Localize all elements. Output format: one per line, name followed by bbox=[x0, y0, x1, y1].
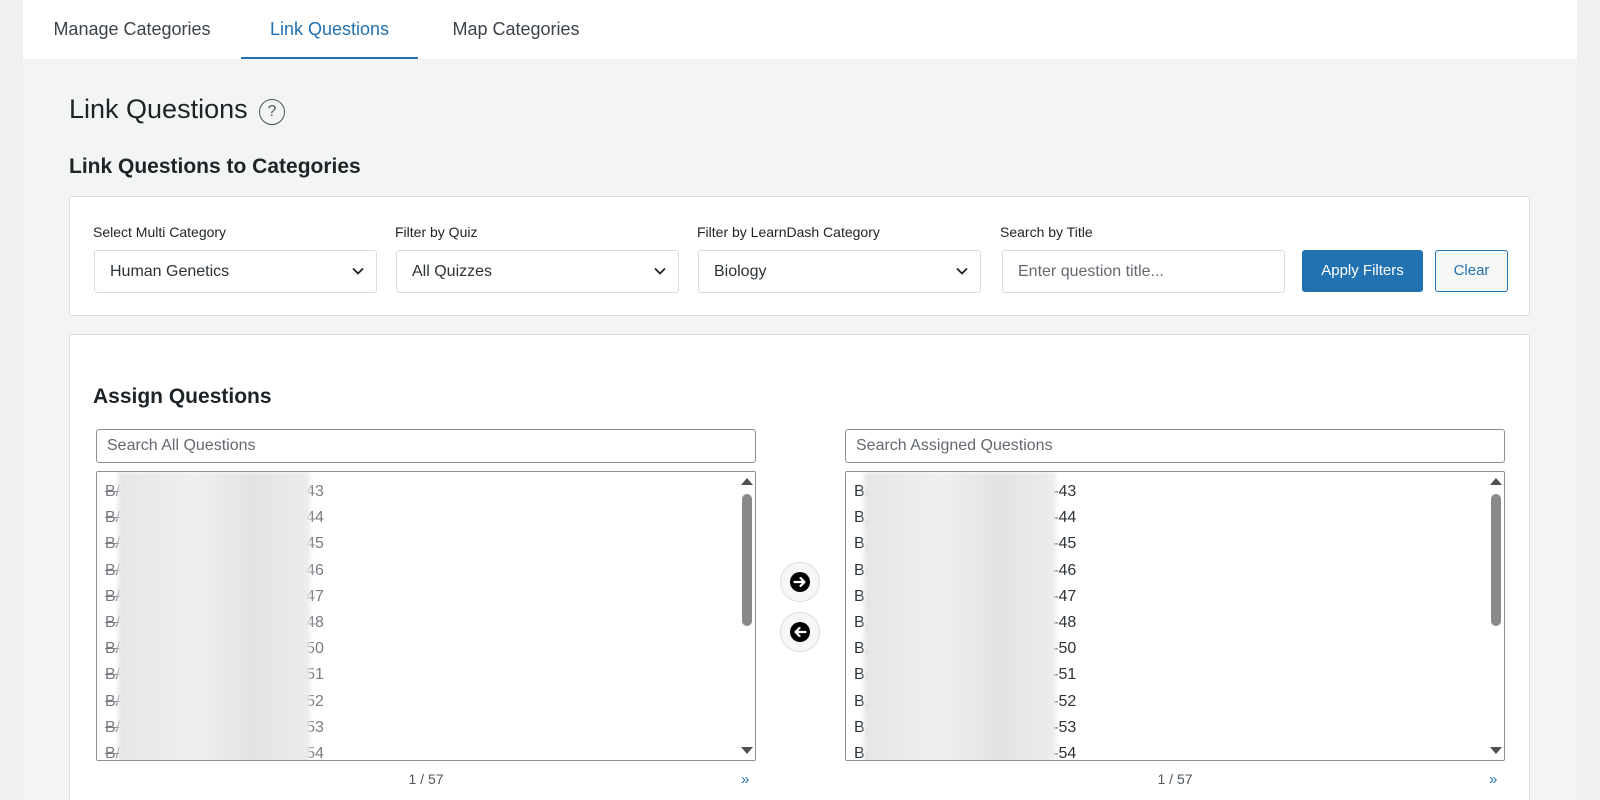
ld-category-label: Filter by LearnDash Category bbox=[697, 224, 880, 240]
multi-category-value: Human Genetics bbox=[110, 263, 230, 280]
list-item-suffix: -54 bbox=[1053, 744, 1077, 761]
list-item-suffix: -52 bbox=[1053, 692, 1077, 710]
multi-category-select[interactable]: Human Genetics bbox=[94, 250, 377, 293]
section-title: Link Questions to Categories bbox=[69, 155, 361, 178]
search-title-label: Search by Title bbox=[1000, 224, 1093, 240]
search-title-input[interactable] bbox=[1002, 250, 1285, 293]
assign-panel: Assign Questions B/43B/44B/45B/46B/47B/4… bbox=[69, 334, 1530, 800]
apply-filters-button[interactable]: Apply Filters bbox=[1302, 250, 1423, 292]
list-item-suffix: -50 bbox=[1053, 640, 1077, 658]
move-left-button[interactable] bbox=[780, 612, 820, 652]
multi-category-label: Select Multi Category bbox=[93, 224, 227, 240]
move-right-button[interactable] bbox=[780, 562, 820, 602]
tab-bar: Manage Categories Link Questions Map Cat… bbox=[23, 0, 1577, 59]
assigned-questions-next-link[interactable]: » bbox=[1489, 771, 1497, 788]
search-all-questions-input[interactable] bbox=[96, 429, 756, 463]
ld-category-value: Biology bbox=[714, 263, 767, 280]
quiz-filter-value: All Quizzes bbox=[412, 263, 493, 280]
tab-link-questions[interactable]: Link Questions bbox=[241, 0, 418, 59]
chevron-down-icon bbox=[654, 267, 666, 275]
filters-panel: Select Multi Category Human Genetics Fil… bbox=[69, 196, 1530, 316]
list-item-suffix: -48 bbox=[1053, 613, 1077, 631]
tab-manage-categories[interactable]: Manage Categories bbox=[23, 0, 241, 59]
arrow-right-circle-icon bbox=[790, 572, 810, 592]
assigned-questions-list[interactable]: B. -43 B. -44 B. -45 B. -46 B. -47 B. -48 B. -50 B. -51… bbox=[845, 471, 1505, 761]
all-questions-next-link[interactable]: » bbox=[741, 771, 749, 788]
scroll-thumb[interactable] bbox=[1491, 494, 1501, 626]
quiz-filter-label: Filter by Quiz bbox=[395, 224, 478, 240]
scrollbar[interactable] bbox=[738, 472, 755, 760]
redacted-area bbox=[864, 472, 1056, 760]
ld-category-select[interactable]: Biology bbox=[698, 250, 981, 293]
list-item-suffix: -46 bbox=[1053, 561, 1077, 579]
scrollbar[interactable] bbox=[1487, 472, 1504, 760]
search-assigned-questions-input[interactable] bbox=[845, 429, 1505, 463]
list-item-suffix: -51 bbox=[1053, 666, 1077, 684]
clear-button[interactable]: Clear bbox=[1435, 250, 1508, 292]
chevron-down-icon bbox=[956, 267, 968, 275]
quiz-filter-select[interactable]: All Quizzes bbox=[396, 250, 679, 293]
scroll-down-icon[interactable] bbox=[741, 747, 753, 754]
arrow-left-circle-icon bbox=[790, 622, 810, 642]
scroll-down-icon[interactable] bbox=[1490, 747, 1502, 754]
all-questions-list[interactable]: B/43 B/44 B/45 B/46 B/47 B/48 B/50 B/51 B/52 B/53… bbox=[96, 471, 756, 761]
scroll-up-icon[interactable] bbox=[1490, 478, 1502, 485]
redacted-area bbox=[118, 472, 310, 760]
list-item-suffix: -44 bbox=[1053, 509, 1077, 527]
assigned-questions-pager: 1 / 57 bbox=[1157, 771, 1193, 787]
all-questions-pager: 1 / 57 bbox=[408, 771, 444, 787]
help-icon[interactable]: ? bbox=[259, 99, 285, 125]
tab-map-categories[interactable]: Map Categories bbox=[418, 0, 614, 59]
scroll-thumb[interactable] bbox=[742, 494, 752, 626]
list-item-suffix: -45 bbox=[1053, 535, 1077, 553]
main-panel: Manage Categories Link Questions Map Cat… bbox=[23, 0, 1577, 800]
assign-title: Assign Questions bbox=[93, 385, 272, 408]
list-item-suffix: -43 bbox=[1053, 483, 1077, 500]
chevron-down-icon bbox=[352, 267, 364, 275]
list-item-suffix: -47 bbox=[1053, 587, 1077, 605]
page-title: Link Questions bbox=[69, 94, 248, 124]
list-item-suffix: -53 bbox=[1053, 718, 1077, 736]
scroll-up-icon[interactable] bbox=[741, 478, 753, 485]
